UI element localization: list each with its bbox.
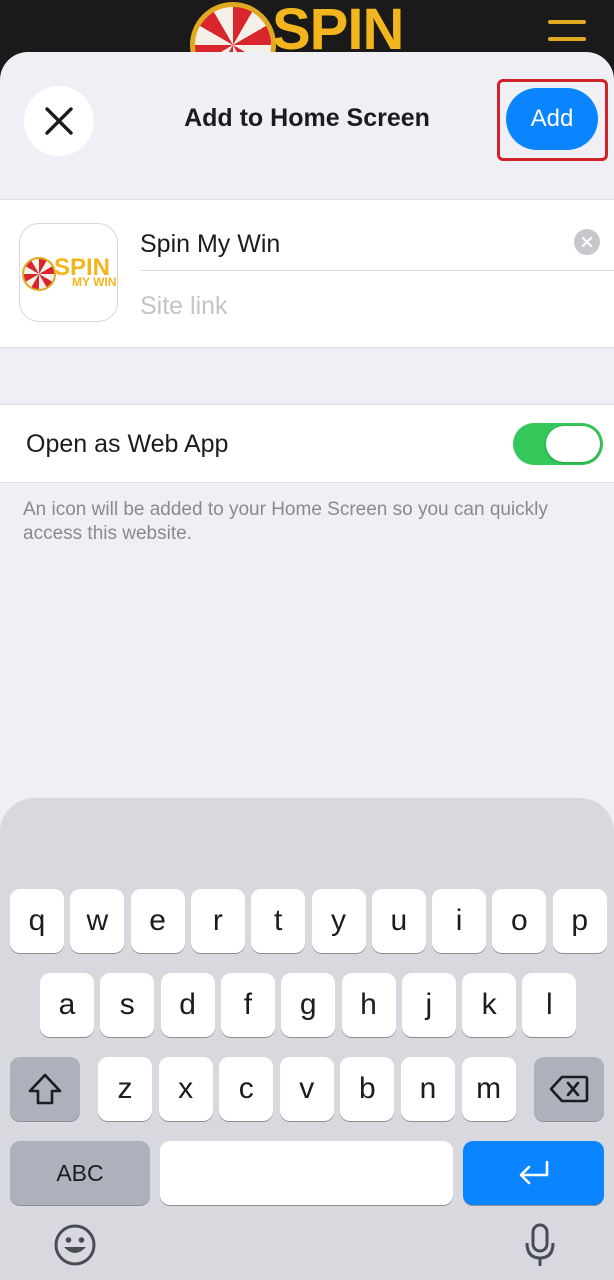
key-m[interactable]: m xyxy=(461,1057,516,1121)
key-j[interactable]: j xyxy=(401,973,456,1037)
key-h[interactable]: h xyxy=(341,973,396,1037)
key-a[interactable]: a xyxy=(40,973,94,1037)
spin-wheel-icon xyxy=(22,257,56,291)
key-w[interactable]: w xyxy=(70,889,125,953)
key-x[interactable]: x xyxy=(158,1057,213,1121)
return-icon xyxy=(519,1160,548,1185)
key-r[interactable]: r xyxy=(190,889,245,953)
emoji-icon xyxy=(54,1224,96,1266)
shift-key[interactable] xyxy=(10,1057,80,1121)
app-info-card: SPIN MY WIN xyxy=(0,199,614,348)
key-y[interactable]: y xyxy=(311,889,366,953)
key-q[interactable]: q xyxy=(10,889,64,953)
key-e[interactable]: e xyxy=(130,889,185,953)
onscreen-keyboard: qwertyuiop asdfghjkl zxcvbnm ABC xyxy=(0,798,614,1280)
app-icon-preview: SPIN MY WIN xyxy=(19,223,118,322)
app-name-input[interactable] xyxy=(140,224,580,264)
key-n[interactable]: n xyxy=(401,1057,455,1121)
field-divider xyxy=(140,270,614,271)
return-key[interactable] xyxy=(463,1141,604,1205)
key-v[interactable]: v xyxy=(279,1057,334,1121)
clear-text-button[interactable] xyxy=(574,229,600,255)
dictation-button[interactable] xyxy=(520,1220,560,1270)
key-z[interactable]: z xyxy=(98,1057,152,1121)
key-b[interactable]: b xyxy=(340,1057,395,1121)
open-as-web-app-toggle[interactable] xyxy=(513,423,603,465)
clear-text-icon xyxy=(581,236,593,248)
key-o[interactable]: o xyxy=(492,889,547,953)
key-t[interactable]: t xyxy=(251,889,306,953)
microphone-icon xyxy=(525,1223,555,1266)
key-c[interactable]: c xyxy=(219,1057,274,1121)
key-f[interactable]: f xyxy=(220,973,275,1037)
emoji-button[interactable] xyxy=(52,1222,98,1268)
key-u[interactable]: u xyxy=(371,889,426,953)
site-logo: SPIN xyxy=(190,0,430,88)
open-as-web-app-row: Open as Web App xyxy=(0,404,614,483)
key-i[interactable]: i xyxy=(432,889,487,953)
footnote-text: An icon will be added to your Home Scree… xyxy=(23,499,548,544)
key-k[interactable]: k xyxy=(462,973,517,1037)
backspace-key[interactable] xyxy=(534,1057,604,1121)
toggle-knob xyxy=(546,426,600,462)
space-key[interactable] xyxy=(160,1141,453,1205)
key-p[interactable]: p xyxy=(552,889,607,953)
key-d[interactable]: d xyxy=(160,973,215,1037)
key-s[interactable]: s xyxy=(100,973,155,1037)
backspace-icon xyxy=(549,1075,589,1103)
add-button[interactable]: Add xyxy=(506,88,598,150)
key-g[interactable]: g xyxy=(281,973,336,1037)
app-icon-text-line2: MY WIN xyxy=(72,275,117,289)
abc-key[interactable]: ABC xyxy=(10,1141,150,1205)
site-link-input[interactable] xyxy=(140,288,580,324)
shift-icon xyxy=(28,1073,62,1105)
key-l[interactable]: l xyxy=(522,973,577,1037)
site-logo-text: SPIN xyxy=(272,0,404,62)
open-as-web-app-label: Open as Web App xyxy=(26,430,229,458)
